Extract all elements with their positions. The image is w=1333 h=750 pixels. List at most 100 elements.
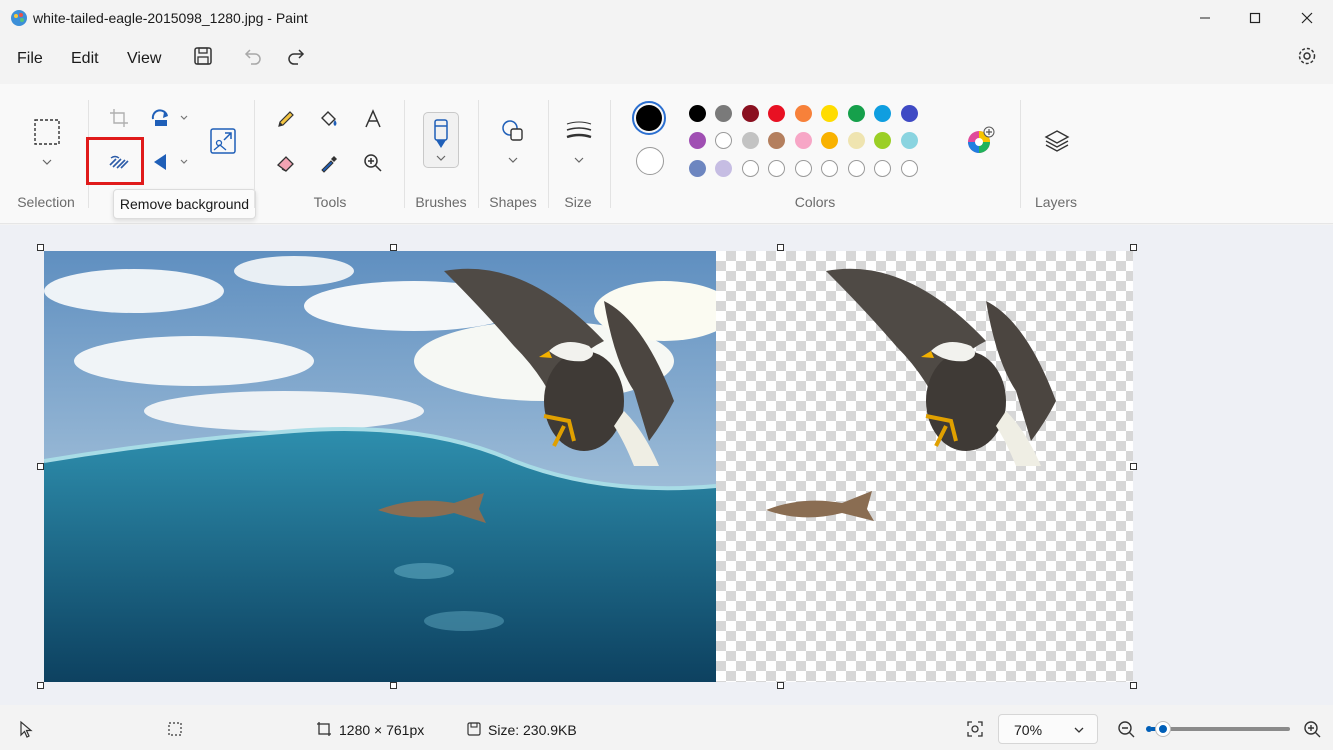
color-swatch-indigo[interactable] — [901, 105, 918, 122]
group-label-layers: Layers — [1034, 194, 1078, 210]
selection-tool[interactable] — [30, 114, 64, 170]
color-swatch-brown[interactable] — [768, 132, 785, 149]
ribbon-divider — [404, 100, 405, 208]
resize-handle[interactable] — [1130, 682, 1137, 689]
color-swatch-light-yellow[interactable] — [848, 132, 865, 149]
zoom-slider-thumb[interactable] — [1156, 722, 1170, 736]
undo-icon[interactable] — [242, 45, 264, 67]
flip-button[interactable] — [150, 150, 190, 174]
original-eagle-photo[interactable] — [44, 251, 716, 682]
color-swatch-black[interactable] — [689, 105, 706, 122]
size-dropdown[interactable] — [562, 114, 596, 170]
color-swatch-turquoise[interactable] — [874, 105, 891, 122]
eyedropper-icon — [321, 156, 337, 173]
primary-color-button[interactable] — [632, 101, 666, 135]
color-swatch-red[interactable] — [768, 105, 785, 122]
fill-tool[interactable] — [316, 106, 342, 132]
brushes-dropdown[interactable] — [423, 112, 459, 168]
color-swatch-blue-gray[interactable] — [689, 160, 706, 177]
file-size-icon — [467, 722, 481, 736]
resize-handle[interactable] — [37, 682, 44, 689]
crop-button[interactable] — [107, 106, 131, 130]
maximize-button[interactable] — [1230, 0, 1280, 36]
color-swatch-purple[interactable] — [689, 132, 706, 149]
window-title: white-tailed-eagle-2015098_1280.jpg - Pa… — [33, 10, 308, 26]
color-swatch-dark-red[interactable] — [742, 105, 759, 122]
group-label-brushes: Brushes — [415, 194, 467, 210]
zoom-in-icon[interactable] — [1303, 720, 1321, 738]
menu-edit[interactable]: Edit — [71, 50, 99, 68]
pencil-tool[interactable] — [273, 106, 299, 132]
rectangle-selection-icon — [34, 119, 60, 165]
resize-handle[interactable] — [777, 244, 784, 251]
zoom-slider-track[interactable] — [1150, 727, 1290, 731]
color-swatch-green[interactable] — [848, 105, 865, 122]
color-swatch-lavender[interactable] — [715, 160, 732, 177]
color-swatch-yellow[interactable] — [821, 105, 838, 122]
color-swatch-white[interactable] — [715, 132, 732, 149]
color-swatch-orange[interactable] — [795, 105, 812, 122]
eraser-tool[interactable] — [273, 150, 299, 176]
settings-gear-icon[interactable] — [1296, 45, 1318, 67]
background-removed-image[interactable] — [716, 251, 1133, 682]
menu-view[interactable]: View — [127, 50, 161, 68]
edit-colors-button[interactable] — [962, 122, 998, 158]
ribbon-divider — [478, 100, 479, 208]
fit-to-window-icon[interactable] — [966, 720, 984, 738]
maximize-icon — [1249, 12, 1261, 24]
resize-image-icon — [210, 128, 236, 154]
group-label-colors: Colors — [794, 194, 836, 210]
resize-handle[interactable] — [390, 682, 397, 689]
color-swatch-custom-empty[interactable] — [768, 160, 785, 177]
color-swatch-custom-empty[interactable] — [901, 160, 918, 177]
zoom-out-icon[interactable] — [1117, 720, 1135, 738]
paint-bucket-icon — [321, 111, 337, 126]
magnifier-tool[interactable] — [360, 150, 386, 176]
cursor-position-icon — [20, 720, 33, 738]
color-swatch-light-turquoise[interactable] — [901, 132, 918, 149]
shapes-icon — [502, 120, 523, 163]
group-label-shapes: Shapes — [489, 194, 537, 210]
resize-handle[interactable] — [390, 244, 397, 251]
flip-icon — [154, 154, 188, 170]
color-swatch-custom-empty[interactable] — [848, 160, 865, 177]
color-swatch-custom-empty[interactable] — [821, 160, 838, 177]
text-tool[interactable] — [360, 106, 386, 132]
resize-handle[interactable] — [1130, 244, 1137, 251]
zoom-level-dropdown[interactable]: 70% — [998, 714, 1098, 744]
color-swatch-light-gray[interactable] — [742, 132, 759, 149]
text-icon — [365, 109, 381, 128]
close-button[interactable] — [1282, 0, 1332, 36]
title-bar: white-tailed-eagle-2015098_1280.jpg - Pa… — [0, 0, 1333, 36]
eagle-photo-image — [44, 251, 716, 682]
resize-image-button[interactable] — [206, 124, 240, 158]
ribbon-divider — [548, 100, 549, 208]
save-icon[interactable] — [192, 45, 214, 67]
color-swatch-custom-empty[interactable] — [874, 160, 891, 177]
color-swatch-custom-empty[interactable] — [742, 160, 759, 177]
rotate-button[interactable] — [150, 106, 190, 130]
primary-color-swatch — [636, 105, 662, 131]
minimize-button[interactable] — [1180, 0, 1230, 36]
color-swatch-custom-empty[interactable] — [795, 160, 812, 177]
color-swatch-lime[interactable] — [874, 132, 891, 149]
secondary-color-button[interactable] — [636, 147, 664, 175]
resize-handle[interactable] — [37, 463, 44, 470]
menu-file[interactable]: File — [17, 50, 43, 68]
color-swatch-gold[interactable] — [821, 132, 838, 149]
color-picker-tool[interactable] — [316, 150, 342, 176]
resize-handle[interactable] — [777, 682, 784, 689]
shapes-dropdown[interactable] — [497, 114, 529, 170]
layers-button[interactable] — [1040, 124, 1074, 158]
rotate-icon — [151, 109, 188, 126]
color-swatch-pink[interactable] — [795, 132, 812, 149]
color-swatch-gray[interactable] — [715, 105, 732, 122]
resize-handle[interactable] — [1130, 463, 1137, 470]
resize-handle[interactable] — [37, 244, 44, 251]
pencil-icon — [278, 111, 294, 127]
group-label-selection: Selection — [17, 194, 75, 210]
ribbon-divider — [610, 100, 611, 208]
redo-icon[interactable] — [285, 45, 307, 67]
remove-background-highlight — [86, 137, 144, 185]
color-wheel-icon — [968, 126, 995, 153]
